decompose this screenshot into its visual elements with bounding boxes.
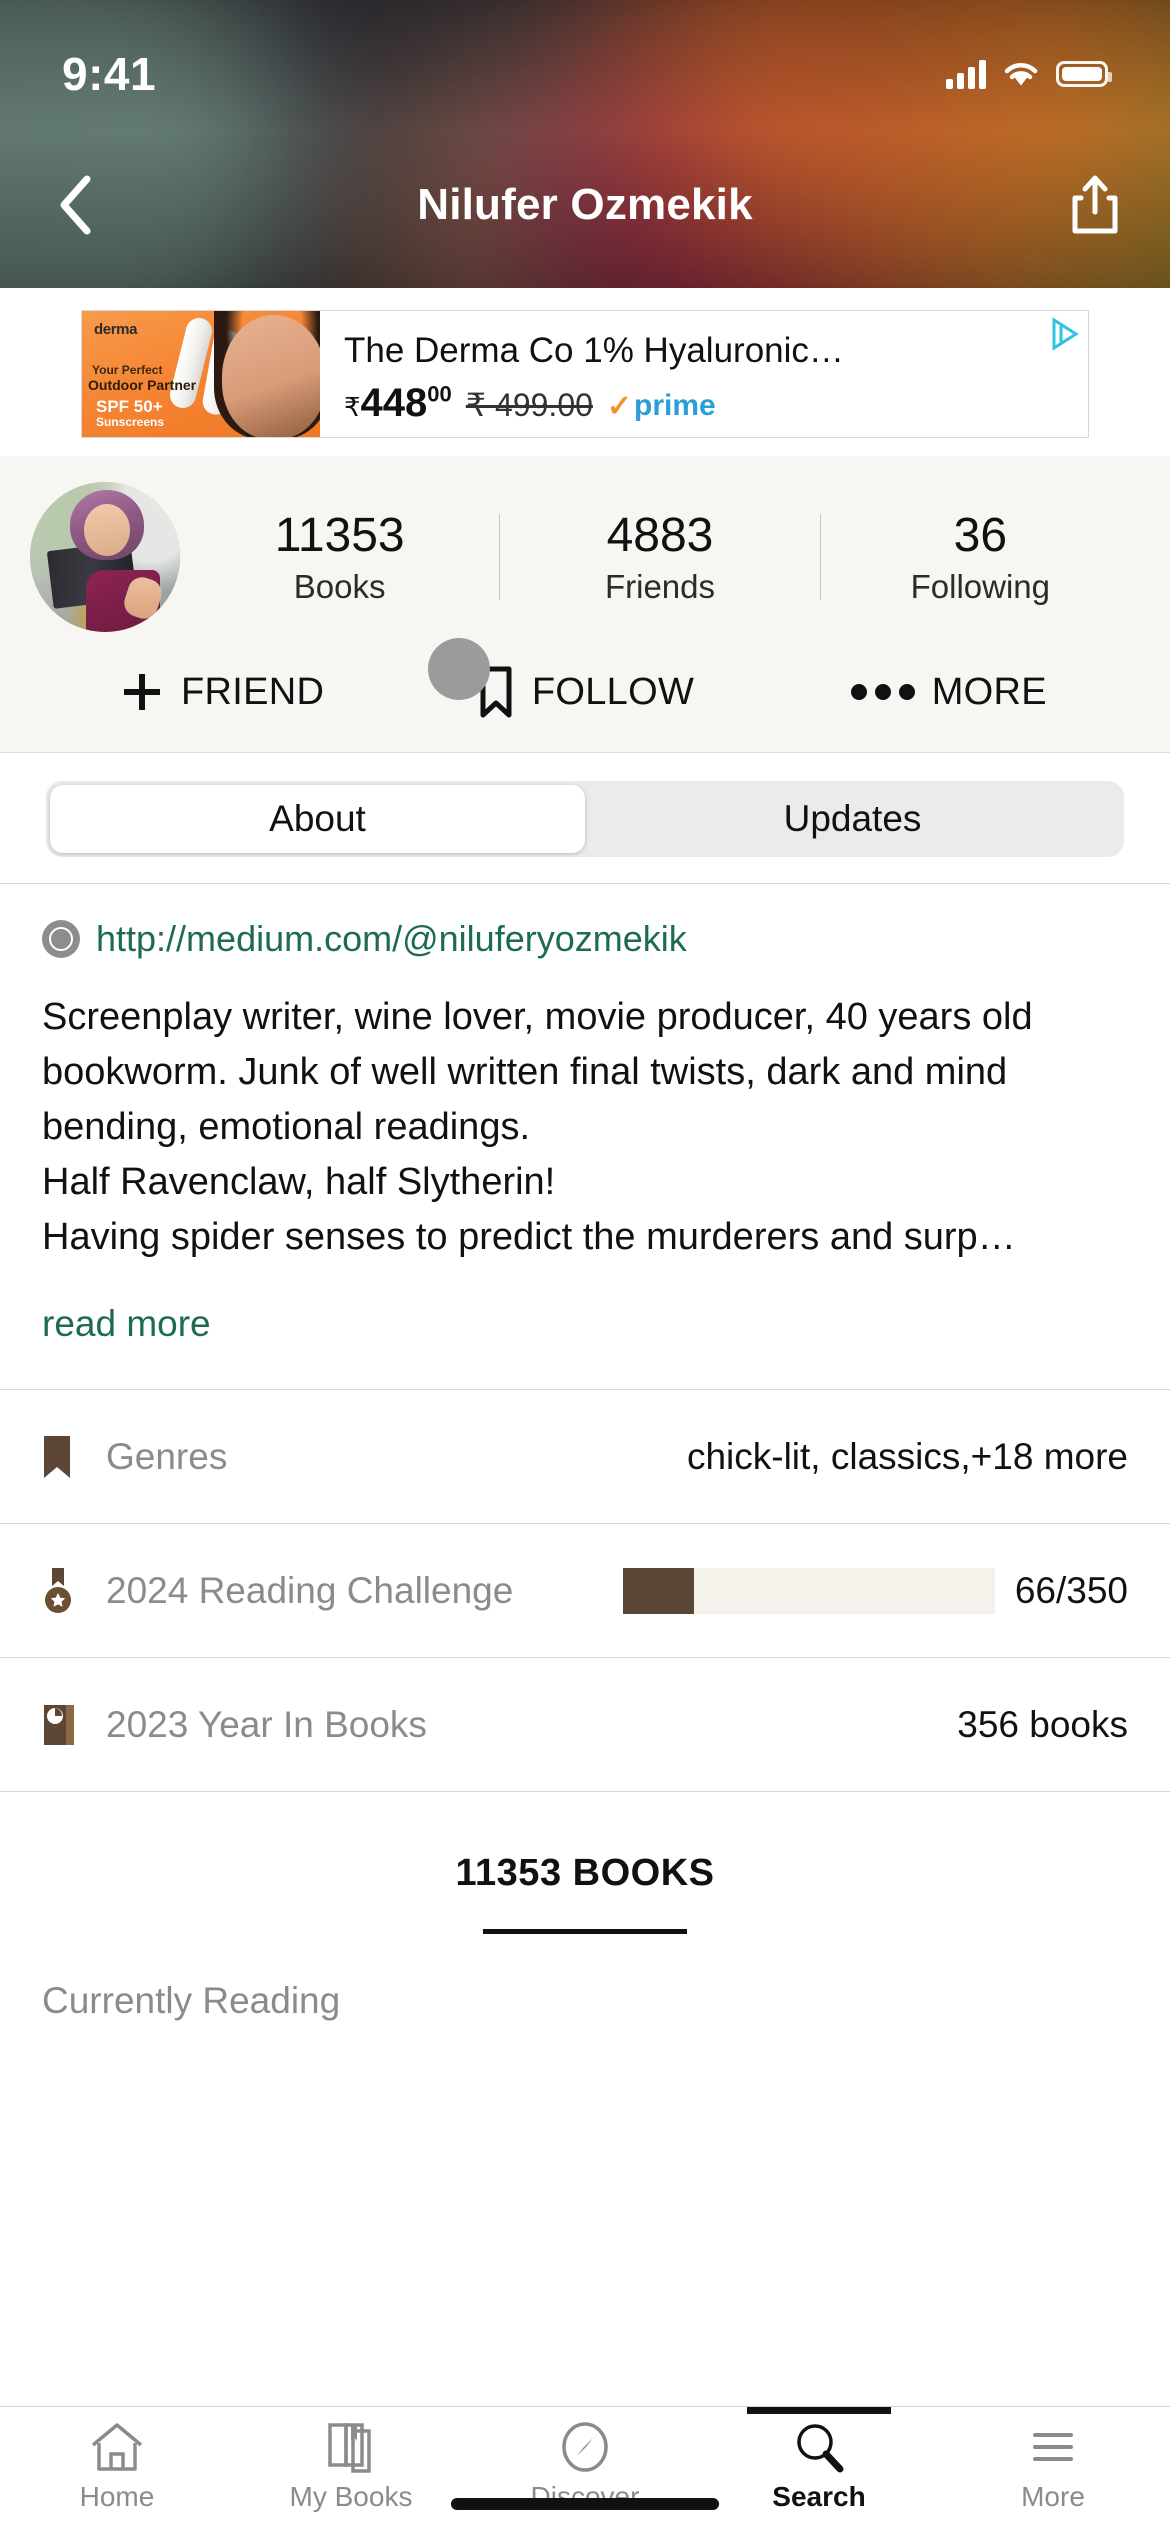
battery-icon bbox=[1056, 61, 1112, 87]
tab-more-label: More bbox=[1021, 2481, 1085, 2512]
website-row[interactable]: http://medium.com/@niluferyozmekik bbox=[42, 918, 1128, 960]
genres-row[interactable]: Genres chick-lit, classics,+18 more bbox=[0, 1390, 1170, 1525]
stat-books[interactable]: 11353 Books bbox=[180, 508, 499, 605]
ad-original-price: ₹ 499.00 bbox=[465, 386, 593, 423]
reading-challenge-row[interactable]: 2024 Reading Challenge 66/350 bbox=[0, 1524, 1170, 1659]
reading-challenge-value: 66/350 bbox=[1014, 1569, 1128, 1611]
segmented-control: About Updates bbox=[46, 781, 1124, 857]
compass-icon bbox=[562, 2422, 608, 2472]
navigation-bar: Nilufer Ozmekik bbox=[0, 150, 1170, 260]
ellipsis-icon bbox=[850, 684, 915, 700]
ad-price-cents: 00 bbox=[427, 381, 452, 407]
touch-indicator bbox=[428, 638, 490, 700]
stat-following[interactable]: 36 Following bbox=[821, 508, 1140, 605]
ad-product-image: derma Your Perfect Outdoor Partner SPF 5… bbox=[82, 311, 320, 437]
ad-currency-symbol: ₹ bbox=[344, 391, 361, 422]
ad-current-price: ₹44800 bbox=[344, 381, 452, 426]
read-more-link[interactable]: read more bbox=[42, 1303, 1128, 1345]
bio-text: Screenplay writer, wine lover, movie pro… bbox=[42, 996, 1033, 1259]
prime-badge: ✓ prime bbox=[607, 389, 716, 424]
status-bar: 9:41 bbox=[0, 0, 1170, 120]
ad-image-line1: Your Perfect bbox=[92, 363, 163, 377]
ad-price-whole: 448 bbox=[360, 380, 428, 425]
stat-following-value: 36 bbox=[953, 509, 1008, 563]
profile-summary: 11353 Books 4883 Friends 36 Following FR… bbox=[0, 456, 1170, 753]
follow-label: FOLLOW bbox=[531, 670, 695, 713]
tab-more[interactable]: More bbox=[936, 2421, 1170, 2513]
stat-books-value: 11353 bbox=[274, 509, 405, 563]
add-friend-label: FRIEND bbox=[181, 670, 325, 713]
medal-icon bbox=[42, 1566, 90, 1616]
profile-tabs-container: About Updates bbox=[0, 753, 1170, 884]
stats-group: 11353 Books 4883 Friends 36 Following bbox=[180, 508, 1140, 605]
tab-my-books-label: My Books bbox=[289, 2481, 413, 2512]
adchoices-button[interactable] bbox=[1050, 317, 1080, 356]
compass-icon bbox=[42, 920, 80, 958]
about-section: http://medium.com/@niluferyozmekik Scree… bbox=[0, 884, 1170, 1345]
share-button[interactable] bbox=[1060, 170, 1130, 240]
stat-friends-label: Friends bbox=[604, 567, 716, 605]
genres-label: Genres bbox=[106, 1435, 228, 1477]
profile-stats-row: 11353 Books 4883 Friends 36 Following bbox=[0, 482, 1170, 632]
signal-bars-icon bbox=[946, 59, 986, 89]
ad-price-row: ₹44800 ₹ 499.00 ✓ prime bbox=[344, 381, 1072, 426]
ad-title: The Derma Co 1% Hyaluronic… bbox=[344, 331, 844, 371]
status-bar-indicators bbox=[946, 59, 1112, 89]
home-indicator bbox=[451, 2498, 719, 2510]
info-rows: Genres chick-lit, classics,+18 more 2024… bbox=[0, 1389, 1170, 1793]
plus-icon bbox=[124, 674, 161, 710]
ad-image-line2: Outdoor Partner bbox=[88, 377, 197, 393]
back-button[interactable] bbox=[40, 170, 110, 240]
tab-search[interactable]: Search bbox=[702, 2421, 936, 2513]
reading-challenge-label: 2024 Reading Challenge bbox=[106, 1569, 514, 1611]
profile-actions-row: FRIEND FOLLOW MORE bbox=[0, 632, 1170, 752]
prime-check-icon: ✓ bbox=[606, 389, 633, 423]
profile-header-banner: 9:41 Nilufer Ozmekik bbox=[0, 0, 1170, 288]
ad-brand-logo: derma bbox=[94, 321, 138, 338]
menu-icon bbox=[1033, 2433, 1073, 2461]
chevron-left-icon bbox=[60, 175, 91, 235]
more-label: MORE bbox=[931, 670, 1047, 713]
ad-image-line3: SPF 50+ bbox=[96, 397, 163, 416]
add-friend-button[interactable]: FRIEND bbox=[40, 669, 403, 715]
avatar[interactable] bbox=[30, 482, 180, 632]
books-section-header: 11353 BOOKS bbox=[0, 1792, 1170, 1935]
books-icon bbox=[328, 2423, 371, 2473]
prime-label: prime bbox=[634, 389, 716, 423]
amazon-ad-banner[interactable]: derma Your Perfect Outdoor Partner SPF 5… bbox=[81, 310, 1089, 438]
bottom-tab-bar: Home My Books Discover Search More bbox=[0, 2406, 1170, 2532]
ad-details: The Derma Co 1% Hyaluronic… ₹44800 ₹ 499… bbox=[320, 311, 1088, 437]
bookmark-icon bbox=[42, 1434, 90, 1480]
shelf-label-currently-reading: Currently Reading bbox=[42, 1980, 341, 2022]
books-count-heading: 11353 BOOKS bbox=[455, 1852, 715, 1895]
page-title: Nilufer Ozmekik bbox=[417, 180, 753, 229]
year-in-books-value: 356 books bbox=[957, 1703, 1128, 1745]
website-link[interactable]: http://medium.com/@niluferyozmekik bbox=[96, 918, 687, 960]
status-bar-time: 9:41 bbox=[62, 48, 157, 100]
stat-books-label: Books bbox=[293, 567, 386, 605]
tab-updates[interactable]: Updates bbox=[585, 785, 1120, 853]
stat-friends[interactable]: 4883 Friends bbox=[500, 508, 819, 605]
adchoices-icon bbox=[1052, 317, 1079, 351]
stat-friends-value: 4883 bbox=[606, 509, 714, 563]
stat-following-label: Following bbox=[910, 567, 1051, 605]
yearbook-icon bbox=[42, 1703, 90, 1747]
tab-home-label: Home bbox=[79, 2481, 155, 2512]
genres-value: chick-lit, classics,+18 more bbox=[686, 1435, 1128, 1477]
tab-search-label: Search bbox=[772, 2481, 866, 2512]
year-in-books-label: 2023 Year In Books bbox=[106, 1703, 427, 1745]
advertisement-container: derma Your Perfect Outdoor Partner SPF 5… bbox=[0, 288, 1170, 456]
share-icon bbox=[1072, 175, 1118, 234]
ad-image-line4: Sunscreens bbox=[96, 415, 165, 429]
more-button[interactable]: MORE bbox=[767, 671, 1130, 714]
reading-challenge-progress-bar bbox=[622, 1567, 995, 1614]
tab-home[interactable]: Home bbox=[0, 2421, 234, 2513]
tab-my-books[interactable]: My Books bbox=[234, 2421, 468, 2513]
search-icon bbox=[797, 2424, 844, 2473]
screen: 9:41 Nilufer Ozmekik derma Your Perfect … bbox=[0, 0, 1170, 2532]
year-in-books-row[interactable]: 2023 Year In Books 356 books bbox=[0, 1658, 1170, 1793]
tab-about[interactable]: About bbox=[50, 785, 585, 853]
wifi-icon bbox=[1004, 63, 1038, 86]
home-icon bbox=[91, 2423, 143, 2471]
